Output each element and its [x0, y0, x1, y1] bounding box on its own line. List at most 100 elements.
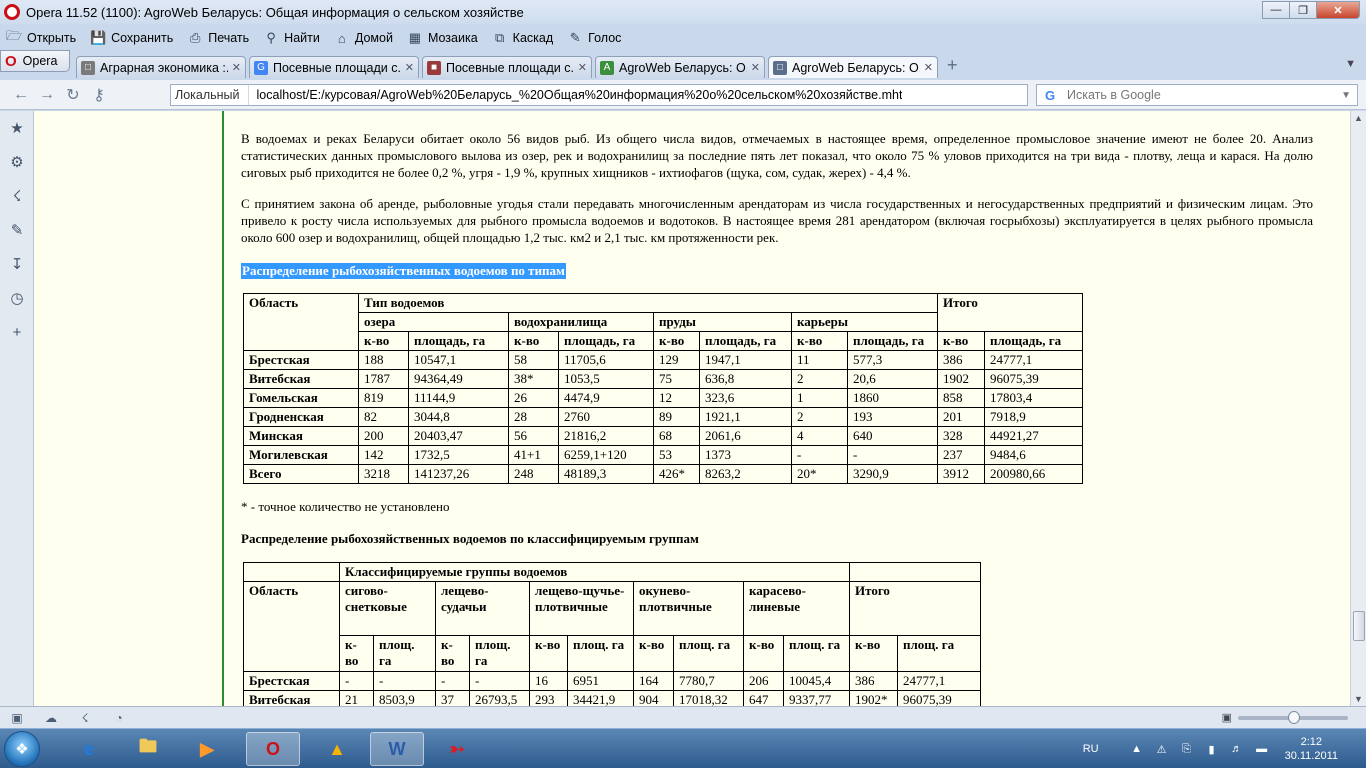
close-tab-icon[interactable]: ✕	[924, 61, 933, 74]
table-cell: -	[469, 671, 530, 691]
zoom-knob[interactable]	[1288, 710, 1300, 724]
aimp-icon[interactable]: ▲	[310, 732, 364, 766]
tab-3[interactable]: ■ Посевные площади с... ✕	[422, 56, 592, 78]
tray-arrow-icon[interactable]: ▲	[1129, 742, 1145, 756]
row-region: Витебская	[243, 369, 359, 389]
table-cell: 3044,8	[408, 407, 509, 427]
cascade-button[interactable]: ⧉ Каскад	[492, 30, 553, 45]
tab-5-active[interactable]: □ AgroWeb Беларусь: О... ✕	[768, 56, 938, 78]
google-icon: G	[254, 60, 268, 75]
heading-distribution-by-type: Распределение рыбохозяйственных водоемов…	[241, 263, 566, 279]
header-count: к-во	[633, 635, 674, 672]
back-button[interactable]: ←	[10, 84, 32, 106]
table-cell: 21816,2	[558, 426, 654, 446]
internet-explorer-icon[interactable]: e	[62, 732, 116, 766]
table-cell: 386	[849, 671, 898, 691]
word-icon[interactable]: W	[370, 732, 424, 766]
minimize-button[interactable]: —	[1262, 1, 1290, 19]
search-field[interactable]: G Искать в Google ▼	[1036, 84, 1358, 106]
reload-button[interactable]: ↻	[62, 84, 84, 106]
forward-button[interactable]: →	[36, 84, 58, 106]
usb-icon[interactable]: ⎘	[1179, 742, 1195, 756]
tab-2[interactable]: G Посевные площади с... ✕	[249, 56, 419, 78]
downloads-icon[interactable]: ↧	[0, 247, 34, 281]
speed-icon[interactable]: ◔	[102, 711, 136, 725]
scroll-thumb[interactable]	[1353, 611, 1365, 641]
scroll-down-icon[interactable]: ▼	[1354, 694, 1363, 704]
acrobat-icon[interactable]: ➳	[430, 732, 484, 766]
unite-icon[interactable]: ☇	[68, 711, 102, 725]
table-cell: 237	[937, 445, 985, 465]
table-cell: 26	[508, 388, 559, 408]
search-dropdown-icon[interactable]: ▼	[1341, 90, 1351, 101]
volume-icon[interactable]: ♬	[1229, 742, 1245, 756]
turbo-icon[interactable]: ☁	[34, 711, 68, 725]
header-count: к-во	[508, 331, 559, 351]
window-controls: — ❐ ✕	[1262, 1, 1360, 19]
notes-icon[interactable]: ✎	[0, 213, 34, 247]
language-indicator[interactable]: RU	[1083, 743, 1099, 755]
media-player-icon[interactable]: ▶	[180, 732, 234, 766]
table-cell: 28	[508, 407, 559, 427]
tab-list-icon[interactable]: ▼	[1345, 58, 1356, 70]
table-cell: 293	[529, 690, 568, 706]
tab-4[interactable]: A AgroWeb Беларусь: О... ✕	[595, 56, 765, 78]
close-button[interactable]: ✕	[1316, 1, 1360, 19]
header-region: Область	[243, 581, 340, 672]
signal-icon[interactable]: ▮	[1204, 742, 1220, 756]
table-cell: 8263,2	[699, 464, 792, 484]
close-tab-icon[interactable]: ✕	[578, 61, 587, 74]
print-button[interactable]: ⎙ Печать	[187, 30, 249, 45]
tab-1[interactable]: □ Аграрная экономика :... ✕	[76, 56, 246, 78]
zoom-track[interactable]	[1238, 710, 1348, 724]
opera-taskbar-icon[interactable]: O	[246, 732, 300, 766]
address-field[interactable]: Локальный localhost/E:/курсовая/AgroWeb%…	[170, 84, 1028, 106]
row-region: Витебская	[243, 690, 340, 706]
header-group-4: окунево-плотвичные	[633, 581, 744, 636]
close-tab-icon[interactable]: ✕	[751, 61, 760, 74]
find-button[interactable]: ⚲ Найти	[263, 30, 319, 45]
explorer-icon[interactable]: 🖿	[121, 732, 175, 766]
close-tab-icon[interactable]: ✕	[232, 61, 241, 74]
header-count: к-во	[339, 635, 374, 672]
clock[interactable]: 2:12 30.11.2011	[1285, 735, 1338, 763]
close-tab-icon[interactable]: ✕	[405, 61, 414, 74]
home-button[interactable]: ⌂ Домой	[334, 31, 393, 46]
tile-button[interactable]: ▦ Мозаика	[407, 30, 478, 45]
table-cell: 201	[937, 407, 985, 427]
opera-menu-button[interactable]: O Opera	[0, 50, 70, 72]
save-button[interactable]: 💾 Сохранить	[90, 30, 173, 45]
new-tab-button[interactable]: +	[947, 55, 958, 76]
panel-toggle-icon[interactable]: ▣	[0, 711, 34, 725]
opera-logo-icon	[4, 4, 20, 20]
scroll-up-icon[interactable]: ▲	[1354, 113, 1363, 123]
open-button[interactable]: 🗁 Открыть	[6, 28, 76, 45]
history-icon[interactable]: ◷	[0, 281, 34, 315]
table-cell: 206	[743, 671, 784, 691]
table-cell: 10045,4	[783, 671, 850, 691]
widgets-icon[interactable]: ⚙	[0, 145, 34, 179]
header-area: площ. га	[897, 635, 981, 672]
vertical-scrollbar[interactable]: ▲ ▼	[1350, 111, 1366, 706]
zoom-slider[interactable]: ▣	[1222, 710, 1348, 724]
network-warning-icon[interactable]: ⚠	[1154, 742, 1170, 756]
add-panel-icon[interactable]: +	[0, 315, 34, 349]
unite-icon[interactable]: ☇	[0, 179, 34, 213]
table-cell: 17803,4	[984, 388, 1083, 408]
start-button[interactable]: ❖	[4, 731, 40, 767]
bookmarks-icon[interactable]: ★	[0, 111, 34, 145]
table-cell: 6259,1+120	[558, 445, 654, 465]
table-cell: 94364,49	[408, 369, 509, 389]
battery-icon[interactable]: ▬	[1254, 742, 1270, 756]
table-cell: 1921,1	[699, 407, 792, 427]
table-cell: 89	[653, 407, 700, 427]
maximize-button[interactable]: ❐	[1289, 1, 1317, 19]
table-cell: 24777,1	[897, 671, 981, 691]
table-cell: -	[435, 671, 470, 691]
voice-button[interactable]: ✎ Голос	[567, 30, 622, 45]
table-cell: 4474,9	[558, 388, 654, 408]
key-icon[interactable]: ⚷	[88, 84, 110, 106]
table-cell: 37	[435, 690, 470, 706]
header-group-2: лещево-судачьи	[435, 581, 530, 636]
table-cell: 11	[791, 350, 848, 370]
